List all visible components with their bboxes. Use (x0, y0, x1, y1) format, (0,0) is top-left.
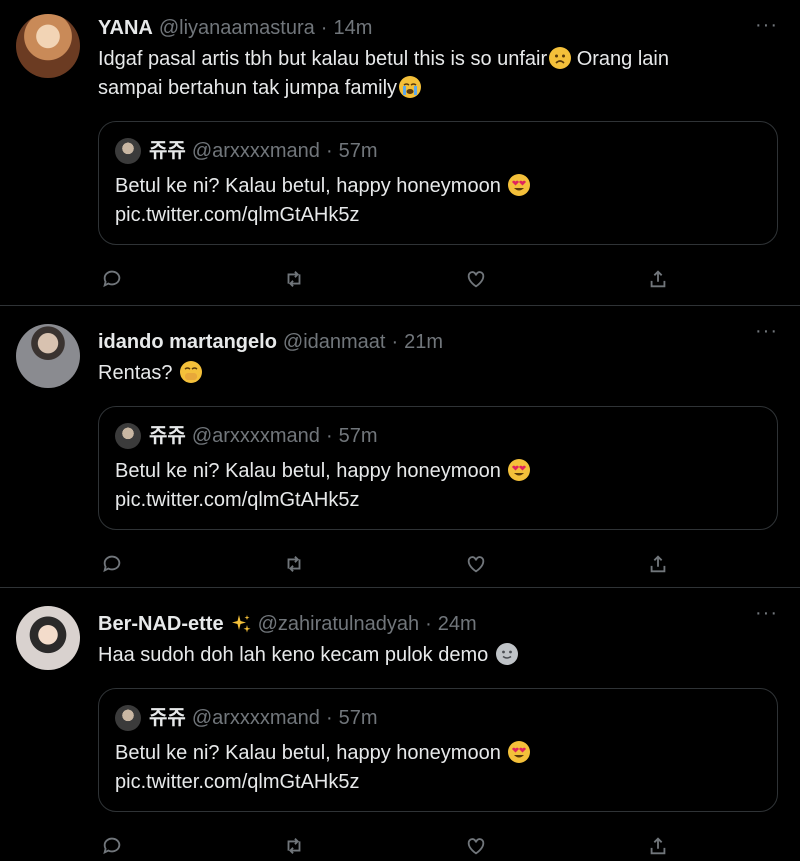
quoted-tweet-text: Betul ke ni? Kalau betul, happy honeymoo… (115, 739, 759, 768)
tweet-actions (98, 267, 670, 291)
tweet-header: Ber-NAD-ette @zahiratulnadyah · 24m (98, 610, 780, 638)
more-icon[interactable]: ··· (755, 321, 778, 341)
avatar (115, 138, 141, 164)
heart-eyes-emoji-icon (508, 174, 531, 196)
hand-over-mouth-emoji-icon (180, 361, 203, 383)
user-handle: @arxxxxmand (191, 140, 320, 162)
separator-dot: · (320, 17, 328, 39)
timestamp: 57m (338, 707, 378, 729)
quoted-tweet-text: Betul ke ni? Kalau betul, happy honeymoo… (115, 457, 759, 486)
heart-eyes-emoji-icon (508, 459, 531, 481)
timestamp[interactable]: 21m (404, 328, 443, 356)
media-link[interactable]: pic.twitter.com/qlmGtAHk5z (115, 768, 759, 797)
timestamp[interactable]: 14m (333, 14, 372, 42)
user-handle[interactable]: @zahiratulnadyah (258, 610, 420, 638)
heart-icon[interactable] (464, 267, 488, 291)
tweet-text-body: Rentas? (98, 362, 179, 384)
reply-icon[interactable] (100, 552, 124, 576)
separator-dot: · (325, 425, 333, 447)
quoted-text: Betul ke ni? Kalau betul, happy honeymoo… (115, 460, 507, 482)
quoted-tweet[interactable]: 쥬쥬 @arxxxxmand · 57m Betul ke ni? Kalau … (98, 406, 778, 530)
media-link[interactable]: pic.twitter.com/qlmGtAHk5z (115, 201, 759, 230)
avatar (115, 705, 141, 731)
timeline-feed: ··· YANA @liyanaamastura · 14m Idgaf pas… (0, 0, 800, 861)
crying-face-emoji-icon (399, 76, 422, 98)
timestamp: 57m (338, 425, 378, 447)
quoted-tweet-header: 쥬쥬 @arxxxxmand · 57m (115, 705, 759, 731)
tweet-actions (98, 834, 670, 858)
tweet-text-line1b: Orang lain (571, 48, 669, 70)
quoted-tweet[interactable]: 쥬쥬 @arxxxxmand · 57m Betul ke ni? Kalau … (98, 688, 778, 812)
user-handle[interactable]: @liyanaamastura (159, 14, 315, 42)
quoted-tweet[interactable]: 쥬쥬 @arxxxxmand · 57m Betul ke ni? Kalau … (98, 121, 778, 245)
quoted-tweet-text: Betul ke ni? Kalau betul, happy honeymoo… (115, 172, 759, 201)
tweet-text: Idgaf pasal artis tbh but kalau betul th… (98, 45, 780, 103)
separator-dot: · (325, 140, 333, 162)
tweet[interactable]: ··· idando martangelo @idanmaat · 21m Re… (0, 306, 800, 588)
heart-eyes-emoji-icon (508, 741, 531, 763)
quoted-tweet-header: 쥬쥬 @arxxxxmand · 57m (115, 423, 759, 449)
display-name: 쥬쥬 (149, 140, 186, 162)
timestamp[interactable]: 24m (438, 610, 477, 638)
tweet-header: YANA @liyanaamastura · 14m (98, 14, 780, 42)
avatar[interactable] (16, 14, 80, 78)
display-name[interactable]: YANA (98, 14, 153, 42)
user-handle: @arxxxxmand (191, 425, 320, 447)
worried-face-emoji-icon (549, 47, 572, 69)
retweet-icon[interactable] (282, 834, 306, 858)
tweet[interactable]: ··· YANA @liyanaamastura · 14m Idgaf pas… (0, 0, 800, 306)
tweet-text-line1: Idgaf pasal artis tbh but kalau betul th… (98, 48, 548, 70)
tweet-text: Haa sudoh doh lah keno kecam pulok demo (98, 641, 780, 670)
tweet-text: Rentas? (98, 359, 780, 388)
reply-icon[interactable] (100, 834, 124, 858)
reply-icon[interactable] (100, 267, 124, 291)
more-icon[interactable]: ··· (755, 603, 778, 623)
tweet-actions (98, 552, 670, 576)
display-name: 쥬쥬 (149, 707, 186, 729)
heart-icon[interactable] (464, 834, 488, 858)
quoted-text: Betul ke ni? Kalau betul, happy honeymoo… (115, 742, 507, 764)
quoted-text: Betul ke ni? Kalau betul, happy honeymoo… (115, 175, 507, 197)
avatar (115, 423, 141, 449)
tweet[interactable]: ··· Ber-NAD-ette @zahiratulnadyah · 24m … (0, 588, 800, 861)
display-name[interactable]: idando martangelo (98, 328, 277, 356)
media-link[interactable]: pic.twitter.com/qlmGtAHk5z (115, 486, 759, 515)
display-name: 쥬쥬 (149, 425, 186, 447)
share-icon[interactable] (646, 834, 670, 858)
separator-dot: · (325, 707, 333, 729)
avatar[interactable] (16, 606, 80, 670)
user-handle[interactable]: @idanmaat (283, 328, 386, 356)
slightly-smiling-face-emoji-icon (495, 643, 518, 665)
display-name[interactable]: Ber-NAD-ette (98, 610, 224, 638)
sparkles-icon (230, 613, 252, 635)
tweet-text-body: Haa sudoh doh lah keno kecam pulok demo (98, 644, 494, 666)
separator-dot: · (391, 331, 399, 353)
quoted-tweet-header: 쥬쥬 @arxxxxmand · 57m (115, 138, 759, 164)
share-icon[interactable] (646, 552, 670, 576)
user-handle: @arxxxxmand (191, 707, 320, 729)
retweet-icon[interactable] (282, 552, 306, 576)
heart-icon[interactable] (464, 552, 488, 576)
avatar[interactable] (16, 324, 80, 388)
separator-dot: · (425, 613, 432, 635)
timestamp: 57m (338, 140, 378, 162)
tweet-text-line2: sampai bertahun tak jumpa family (98, 77, 398, 99)
share-icon[interactable] (646, 267, 670, 291)
retweet-icon[interactable] (282, 267, 306, 291)
more-icon[interactable]: ··· (755, 15, 778, 35)
tweet-header: idando martangelo @idanmaat · 21m (98, 328, 780, 356)
